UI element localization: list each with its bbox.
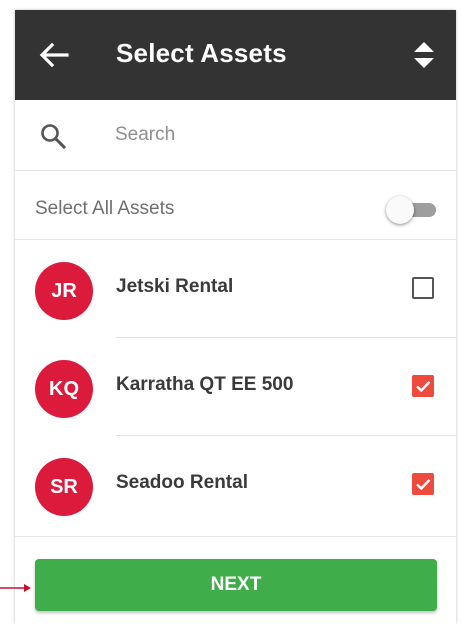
sort-up-down-icon — [414, 42, 434, 68]
search-input[interactable] — [115, 118, 435, 152]
app-header: Select Assets — [15, 10, 456, 100]
asset-name: Seadoo Rental — [116, 472, 248, 493]
page-title: Select Assets — [116, 38, 287, 68]
checkmark-icon — [416, 478, 431, 491]
avatar: JR — [35, 262, 93, 320]
asset-name: Jetski Rental — [116, 276, 234, 297]
sort-button[interactable] — [412, 40, 436, 70]
select-all-row: Select All Assets — [15, 182, 456, 240]
search-bar — [15, 100, 456, 171]
checkmark-icon — [416, 380, 431, 393]
arrow-left-icon — [39, 42, 69, 68]
asset-name: Karratha QT EE 500 — [116, 374, 294, 395]
asset-list: JR Jetski Rental KQ Karratha QT EE 500 S… — [15, 240, 456, 534]
avatar: SR — [35, 458, 93, 516]
select-assets-screen: Select Assets Select All Assets JR Jetsk… — [15, 10, 456, 624]
toggle-knob — [386, 196, 414, 224]
arrow-right-icon — [0, 584, 31, 592]
select-all-label: Select All Assets — [35, 198, 175, 219]
divider — [15, 536, 456, 537]
list-item[interactable]: KQ Karratha QT EE 500 — [15, 338, 456, 436]
asset-checkbox[interactable] — [412, 375, 434, 397]
asset-checkbox[interactable] — [412, 277, 434, 299]
select-all-toggle[interactable] — [384, 196, 440, 224]
list-item[interactable]: JR Jetski Rental — [15, 240, 456, 338]
next-button[interactable]: NEXT — [35, 559, 437, 611]
back-button[interactable] — [37, 37, 71, 73]
list-item[interactable]: SR Seadoo Rental — [15, 436, 456, 534]
avatar: KQ — [35, 360, 93, 418]
search-icon — [39, 122, 67, 150]
asset-checkbox[interactable] — [412, 473, 434, 495]
